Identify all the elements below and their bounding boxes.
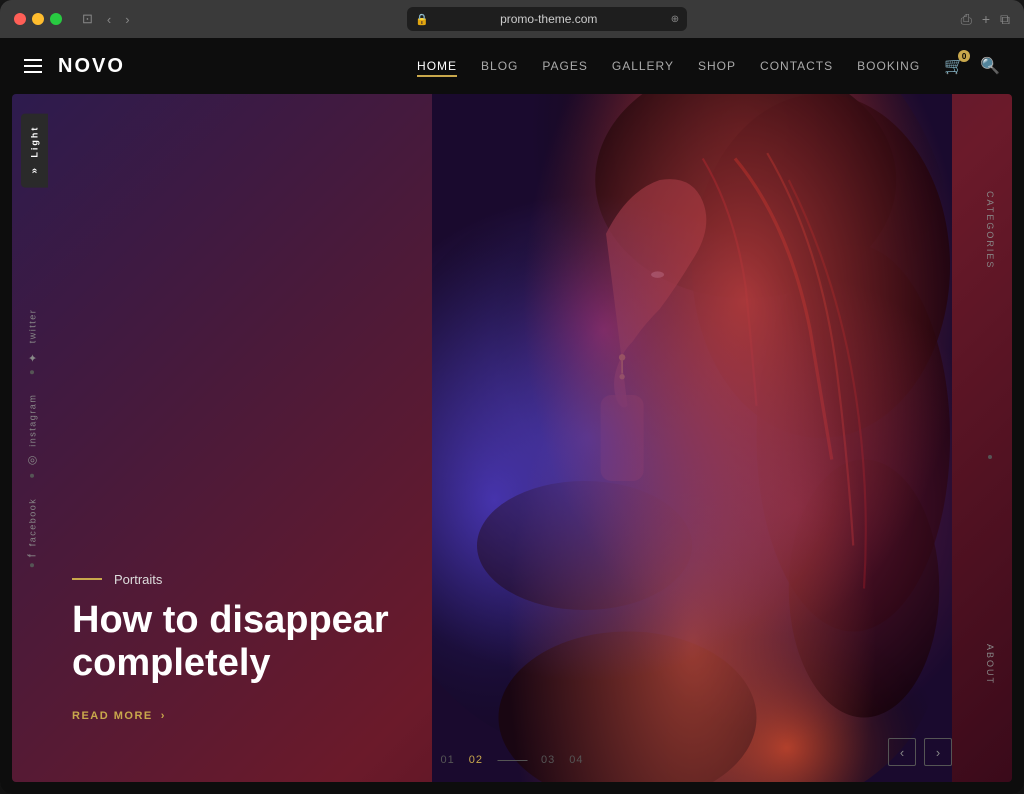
instagram-icon: ◎ (26, 453, 39, 468)
url-bar[interactable]: 🔒 ⊕ (407, 7, 687, 31)
instagram-label: instagram (28, 394, 38, 447)
twitter-dot (31, 370, 35, 374)
nav-icons: 🛒 0 🔍 (944, 56, 1000, 76)
next-slide-btn[interactable]: › (924, 738, 952, 766)
hero-title: How to disappear completely (72, 599, 452, 686)
light-label: Light (29, 126, 39, 158)
share-btn[interactable]: ⎙ (961, 11, 972, 28)
instagram-link[interactable]: ◎ instagram (12, 384, 53, 488)
browser-window: ⊡ ‹ › 🔒 ⊕ ⎙ + ⧉ NOVO H (0, 0, 1024, 794)
nav-home[interactable]: HOME (417, 59, 457, 73)
light-toggle[interactable]: « Light (21, 114, 48, 188)
prev-slide-btn[interactable]: ‹ (888, 738, 916, 766)
nav-gallery[interactable]: GALLERY (612, 59, 674, 73)
hero-portrait (432, 94, 952, 782)
slide-nav: ‹ › (888, 738, 952, 766)
nav-booking[interactable]: BOOKING (857, 59, 920, 73)
sidebar-dot (988, 455, 992, 459)
site-nav: HOME BLOG PAGES GALLERY SHOP CONTACTS BO… (417, 59, 920, 73)
cart-button[interactable]: 🛒 0 (944, 56, 964, 76)
about-label[interactable]: ABOUT (977, 636, 1003, 693)
cart-badge: 0 (958, 50, 970, 62)
social-links: ✦ twitter ◎ instagram f facebook (12, 299, 53, 577)
sidebar-toggle-btn[interactable]: ⊡ (78, 9, 97, 29)
cta-arrow-icon: › (161, 710, 166, 722)
hero-cta[interactable]: READ MORE › (72, 710, 452, 722)
url-input[interactable] (433, 12, 665, 26)
slide-indicator-1[interactable]: 01 (441, 754, 455, 766)
slide-indicator-3[interactable]: 03 (541, 754, 555, 766)
nav-shop[interactable]: SHOP (698, 59, 736, 73)
twitter-label: twitter (28, 309, 38, 344)
facebook-dot (31, 563, 35, 567)
hero-content: Portraits How to disappear completely RE… (72, 572, 452, 722)
cta-text: READ MORE (72, 710, 153, 722)
slide-indicator-4[interactable]: 04 (569, 754, 583, 766)
left-sidebar: « Light ✦ twitter ◎ instagram (12, 94, 56, 782)
slide-indicator-line (497, 760, 527, 761)
instagram-dot (31, 474, 35, 478)
twitter-icon: ✦ (26, 350, 39, 365)
nav-pages[interactable]: PAGES (542, 59, 587, 73)
facebook-link[interactable]: f facebook (12, 488, 53, 577)
minimize-button[interactable] (32, 13, 44, 25)
tabs-btn[interactable]: ⧉ (1000, 11, 1010, 28)
portrait-lighting (432, 94, 952, 782)
new-tab-btn[interactable]: + (982, 11, 990, 27)
browser-titlebar: ⊡ ‹ › 🔒 ⊕ ⎙ + ⧉ (0, 0, 1024, 38)
facebook-label: facebook (28, 498, 38, 547)
address-bar: 🔒 ⊕ (162, 7, 933, 31)
category-line (72, 578, 102, 580)
twitter-link[interactable]: ✦ twitter (12, 299, 53, 384)
search-button[interactable]: 🔍 (980, 56, 1000, 76)
browser-actions: ⎙ + ⧉ (961, 11, 1010, 28)
back-btn[interactable]: ‹ (103, 10, 115, 29)
site-logo[interactable]: NOVO (58, 55, 125, 78)
hero-section: « Light ✦ twitter ◎ instagram (12, 94, 1012, 782)
right-sidebar: CATEGORIES ABOUT (968, 94, 1012, 782)
hero-category: Portraits (72, 572, 452, 587)
menu-line-2 (24, 65, 42, 67)
site-header: NOVO HOME BLOG PAGES GALLERY SHOP CONTAC… (0, 38, 1024, 94)
browser-controls: ⊡ ‹ › (78, 9, 134, 29)
website-content: NOVO HOME BLOG PAGES GALLERY SHOP CONTAC… (0, 38, 1024, 794)
close-button[interactable] (14, 13, 26, 25)
traffic-lights (14, 13, 62, 25)
maximize-button[interactable] (50, 13, 62, 25)
slide-indicator-2[interactable]: 02 (469, 754, 483, 766)
slide-indicators: 01 02 03 04 (441, 754, 584, 766)
categories-label[interactable]: CATEGORIES (977, 183, 1003, 277)
facebook-icon: f (27, 552, 39, 557)
nav-blog[interactable]: BLOG (481, 59, 518, 73)
menu-line-3 (24, 71, 42, 73)
category-text: Portraits (114, 572, 162, 587)
forward-btn[interactable]: › (121, 10, 133, 29)
hamburger-menu[interactable] (24, 59, 42, 73)
nav-contacts[interactable]: CONTACTS (760, 59, 833, 73)
light-arrows-icon: « (29, 168, 40, 176)
menu-line-1 (24, 59, 42, 61)
